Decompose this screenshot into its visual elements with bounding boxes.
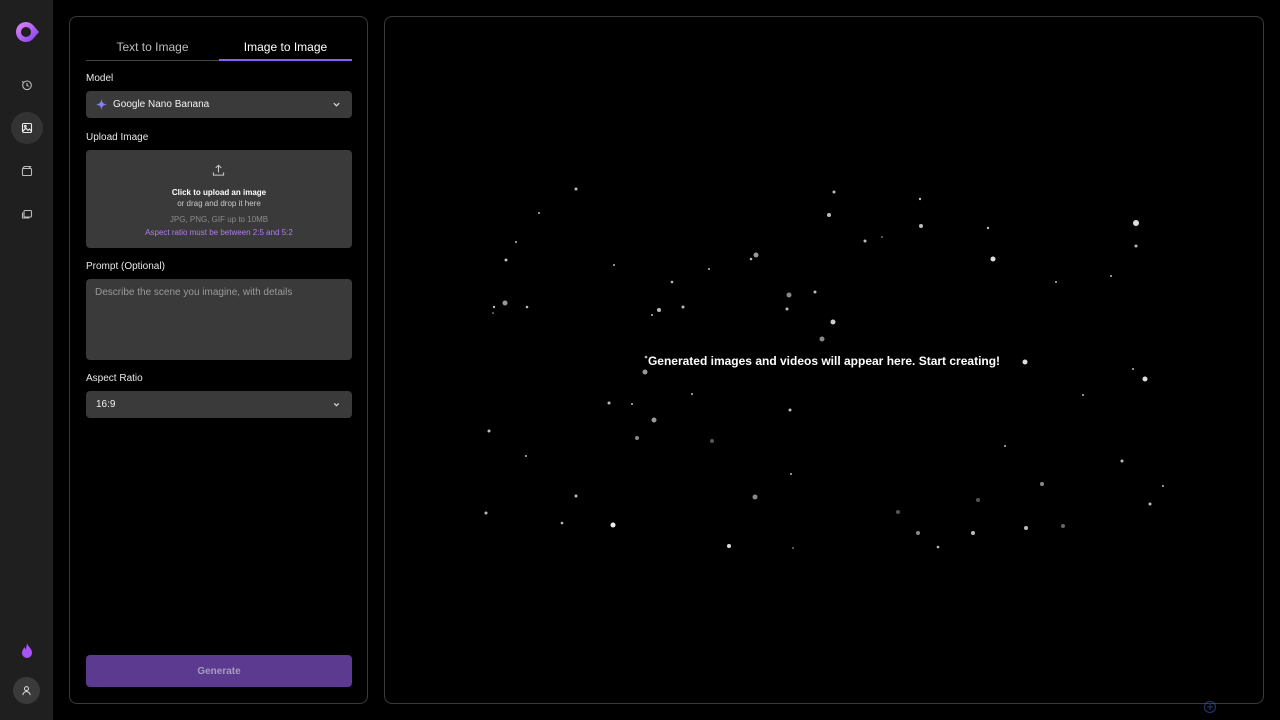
prompt-label: Prompt (Optional) [86,261,165,272]
sidebar-rail [0,0,53,720]
sidebar-item-history[interactable] [11,69,43,101]
gallery-icon [21,209,33,219]
empty-state-message: Generated images and videos will appear … [647,354,1001,368]
watermark-logo-icon [1203,700,1217,714]
aspect-ratio-label: Aspect Ratio [86,373,143,384]
generation-panel: Text to Image Image to Image Model Googl… [69,16,368,704]
aspect-ratio-select[interactable]: 16:9 [86,391,352,418]
aspect-ratio-value: 16:9 [96,399,116,410]
upload-icon [212,164,225,176]
user-profile-button[interactable] [13,677,40,704]
tab-text-to-image[interactable]: Text to Image [86,37,219,60]
chevron-down-icon [333,102,340,107]
watermark [1203,700,1273,714]
prompt-input[interactable] [86,279,352,360]
sparkle-icon [96,99,107,110]
mode-tabs: Text to Image Image to Image [86,37,352,61]
user-icon [22,686,31,696]
output-canvas: Generated images and videos will appear … [384,16,1264,704]
generate-button[interactable]: Generate [86,655,352,687]
sidebar-item-gallery[interactable] [11,198,43,230]
video-icon [21,165,33,177]
chevron-down-icon [333,403,340,407]
upload-dropzone[interactable]: Click to upload an image or drag and dro… [86,150,352,248]
upload-ratio-note: Aspect ratio must be between 2:5 and 5:2 [145,228,293,237]
upload-primary-text: Click to upload an image [171,188,267,197]
upload-secondary-text: or drag and drop it here [177,199,261,208]
history-icon [21,80,32,91]
sidebar-item-video[interactable] [11,155,43,187]
model-select-value: Google Nano Banana [113,99,210,110]
app-logo-icon[interactable] [14,20,40,44]
upload-formats-text: JPG, PNG, GIF up to 10MB [169,215,269,224]
sidebar-item-image[interactable] [11,112,43,144]
upload-label: Upload Image [86,132,149,143]
tab-image-to-image[interactable]: Image to Image [219,37,352,61]
model-select[interactable]: Google Nano Banana [86,91,352,118]
flame-icon[interactable] [19,642,35,660]
image-icon [21,122,33,134]
model-label: Model [86,73,114,84]
